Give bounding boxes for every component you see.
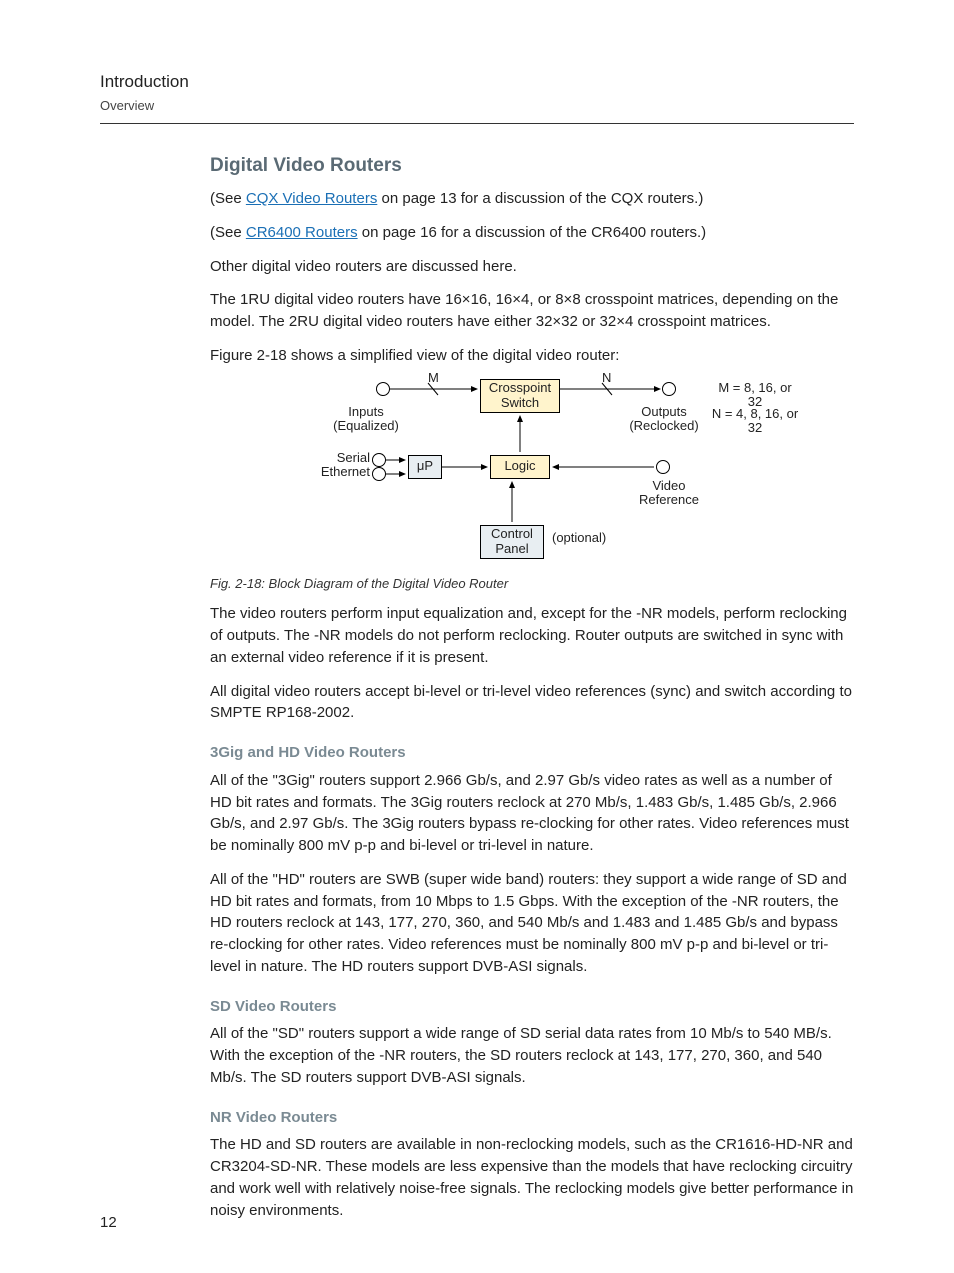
header-rule xyxy=(100,123,854,124)
label-outputs: Outputs (Reclocked) xyxy=(624,405,704,435)
label-optional: (optional) xyxy=(552,531,606,546)
text: on page 16 for a discussion of the CR640… xyxy=(358,224,707,241)
label-m: M xyxy=(428,371,439,386)
page-content: Digital Video Routers (See CQX Video Rou… xyxy=(210,152,854,1221)
text: (See xyxy=(210,190,246,207)
label-n-eq: N = 4, 8, 16, or 32 xyxy=(710,407,800,437)
node-output xyxy=(662,382,676,396)
label-n: N xyxy=(602,371,611,386)
node-serial xyxy=(372,453,386,467)
heading-sd: SD Video Routers xyxy=(210,996,854,1018)
para-perform: The video routers perform input equaliza… xyxy=(210,603,854,668)
para-accept: All digital video routers accept bi-leve… xyxy=(210,681,854,725)
para-see-cqx: (See CQX Video Routers on page 13 for a … xyxy=(210,188,854,210)
node-ethernet xyxy=(372,467,386,481)
label-ethernet: Ethernet xyxy=(308,465,370,480)
label-inputs: Inputs (Equalized) xyxy=(326,405,406,435)
figure-caption: Fig. 2-18: Block Diagram of the Digital … xyxy=(210,575,854,594)
para-sd: All of the "SD" routers support a wide r… xyxy=(210,1023,854,1088)
box-logic: Logic xyxy=(490,455,550,479)
page-number: 12 xyxy=(100,1212,117,1234)
heading-digital-video-routers: Digital Video Routers xyxy=(210,152,854,180)
node-vref xyxy=(656,460,670,474)
header-subtitle: Overview xyxy=(100,97,854,116)
para-3gig-1: All of the "3Gig" routers support 2.966 … xyxy=(210,770,854,857)
block-diagram: Crosspoint Switch Logic μP Control Panel… xyxy=(280,379,800,569)
para-fig-intro: Figure 2-18 shows a simplified view of t… xyxy=(210,345,854,367)
para-other: Other digital video routers are discusse… xyxy=(210,256,854,278)
box-microprocessor: μP xyxy=(408,455,442,479)
para-1ru: The 1RU digital video routers have 16×16… xyxy=(210,289,854,333)
link-cqx-video-routers[interactable]: CQX Video Routers xyxy=(246,190,377,207)
box-crosspoint-switch: Crosspoint Switch xyxy=(480,379,560,413)
node-input xyxy=(376,382,390,396)
text: (See xyxy=(210,224,246,241)
header-title: Introduction xyxy=(100,70,854,95)
link-cr6400-routers[interactable]: CR6400 Routers xyxy=(246,224,358,241)
para-see-cr6400: (See CR6400 Routers on page 16 for a dis… xyxy=(210,222,854,244)
box-control-panel: Control Panel xyxy=(480,525,544,559)
label-video-reference: Video Reference xyxy=(624,479,714,509)
text: on page 13 for a discussion of the CQX r… xyxy=(377,190,703,207)
heading-nr: NR Video Routers xyxy=(210,1107,854,1129)
para-3gig-2: All of the "HD" routers are SWB (super w… xyxy=(210,869,854,978)
para-nr: The HD and SD routers are available in n… xyxy=(210,1134,854,1221)
heading-3gig-hd: 3Gig and HD Video Routers xyxy=(210,742,854,764)
